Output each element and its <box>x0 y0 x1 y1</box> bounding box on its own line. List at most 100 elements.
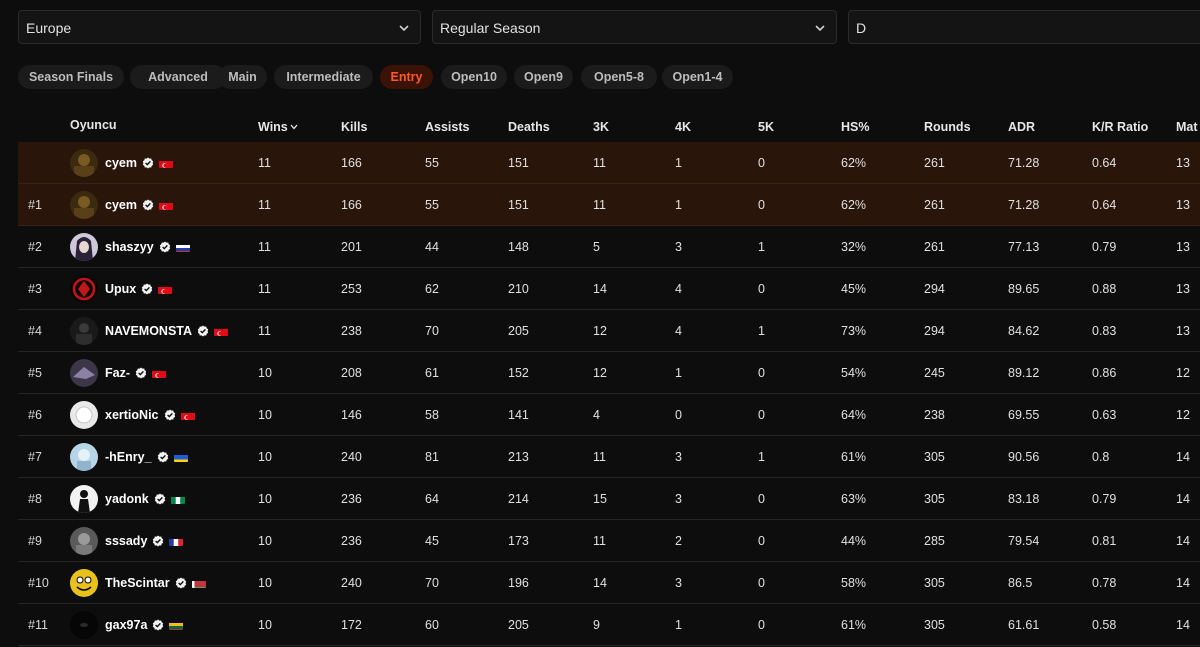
avatar[interactable] <box>70 317 98 345</box>
table-row[interactable]: #1 cyem 11 166 55 151 11 1 0 62% 261 71.28 0.64 13 <box>18 184 1200 226</box>
verified-badge-icon <box>159 241 170 253</box>
table-row[interactable]: #2 shaszyy 11 201 44 148 5 3 1 32% 261 77.13 0.79 13 <box>18 226 1200 268</box>
player-name-cell[interactable]: cyem <box>105 198 173 212</box>
table-row[interactable]: #4 NAVEMONSTA 11 238 70 205 12 4 1 73% 294 84.62 0.8… <box>18 310 1200 352</box>
table-row[interactable]: #5 Faz- 10 208 61 152 12 1 0 54% 245 89.12 0.86 12 <box>18 352 1200 394</box>
tab-intermediate[interactable]: Intermediate <box>274 65 373 89</box>
avatar[interactable] <box>70 233 98 261</box>
player-name-cell[interactable]: xertioNic <box>105 408 195 422</box>
player-name[interactable]: -hEnry_ <box>105 450 152 464</box>
rank-label: #3 <box>28 282 42 296</box>
tab-open1-4[interactable]: Open1-4 <box>662 65 733 89</box>
player-name[interactable]: cyem <box>105 198 137 212</box>
cell-k4: 4 <box>675 324 682 338</box>
player-name-cell[interactable]: yadonk <box>105 492 185 506</box>
player-name-cell[interactable]: sssady <box>105 534 184 548</box>
player-name[interactable]: shaszyy <box>105 240 154 254</box>
avatar[interactable] <box>70 485 98 513</box>
cell-hs: 58% <box>841 576 867 590</box>
rank-label: #2 <box>28 240 42 254</box>
player-name[interactable]: cyem <box>105 156 137 170</box>
table-row[interactable]: #9 sssady 10 236 45 173 11 2 0 44% 285 79.54 0.81 14 <box>18 520 1200 562</box>
header-player[interactable]: Oyuncu <box>70 118 117 132</box>
player-name[interactable]: Faz- <box>105 366 130 380</box>
cell-matches: 13 <box>1176 282 1190 296</box>
header-rounds[interactable]: Rounds <box>924 120 971 134</box>
table-row[interactable]: #6 xertioNic 10 146 58 141 4 0 0 64% 238 69.55 0.63 1… <box>18 394 1200 436</box>
avatar[interactable] <box>70 191 98 219</box>
cell-kr: 0.64 <box>1092 198 1117 212</box>
player-name-cell[interactable]: cyem <box>105 156 173 170</box>
division-select-value: D <box>856 20 867 36</box>
player-name[interactable]: TheScintar <box>105 576 170 590</box>
player-name-cell[interactable]: shaszyy <box>105 240 190 254</box>
cell-wins: 10 <box>258 366 272 380</box>
cell-deaths: 214 <box>508 492 529 506</box>
cell-wins: 11 <box>258 282 271 296</box>
avatar[interactable] <box>70 359 98 387</box>
header-wins[interactable]: Wins <box>258 120 298 134</box>
avatar[interactable] <box>70 569 98 597</box>
table-row[interactable]: #11 gax97a 10 172 60 205 9 1 0 61% 305 61.61 0.58 14 <box>18 604 1200 646</box>
player-name[interactable]: xertioNic <box>105 408 159 422</box>
player-name-cell[interactable]: TheScintar <box>105 576 206 590</box>
player-name[interactable]: yadonk <box>105 492 149 506</box>
cell-k4: 3 <box>675 576 682 590</box>
header-4k[interactable]: 4K <box>675 120 691 134</box>
avatar[interactable] <box>70 401 98 429</box>
header-assists[interactable]: Assists <box>425 120 469 134</box>
table-row[interactable]: cyem 11 166 55 151 11 1 0 62% 261 71.28 0.64 13 <box>18 142 1200 184</box>
player-name-cell[interactable]: -hEnry_ <box>105 450 188 464</box>
header-matches[interactable]: Mat <box>1176 120 1198 134</box>
avatar[interactable] <box>70 149 98 177</box>
table-row[interactable]: #8 yadonk 10 236 64 214 15 3 0 63% 305 83.18 0.79 14 <box>18 478 1200 520</box>
tab-open9[interactable]: Open9 <box>514 65 573 89</box>
cell-rounds: 245 <box>924 366 945 380</box>
header-kills[interactable]: Kills <box>341 120 367 134</box>
header-3k[interactable]: 3K <box>593 120 609 134</box>
cell-kills: 146 <box>341 408 362 422</box>
table-row[interactable]: #7 -hEnry_ 10 240 81 213 11 3 1 61% 305 90.56 0.8 14 <box>18 436 1200 478</box>
cell-hs: 62% <box>841 156 867 170</box>
header-deaths[interactable]: Deaths <box>508 120 550 134</box>
cell-assists: 64 <box>425 492 439 506</box>
cell-rounds: 238 <box>924 408 945 422</box>
player-name-cell[interactable]: Faz- <box>105 366 166 380</box>
tab-main[interactable]: Main <box>218 65 267 89</box>
cell-matches: 13 <box>1176 198 1190 212</box>
cell-rounds: 305 <box>924 450 945 464</box>
header-kr-ratio[interactable]: K/R Ratio <box>1092 120 1148 134</box>
header-5k[interactable]: 5K <box>758 120 774 134</box>
cell-adr: 71.28 <box>1008 198 1040 212</box>
avatar[interactable] <box>70 275 98 303</box>
header-adr[interactable]: ADR <box>1008 120 1035 134</box>
player-name[interactable]: sssady <box>105 534 147 548</box>
player-name[interactable]: Upux <box>105 282 136 296</box>
cell-rounds: 285 <box>924 534 945 548</box>
tab-open5-8[interactable]: Open5-8 <box>581 65 657 89</box>
player-name-cell[interactable]: Upux <box>105 282 173 296</box>
table-row[interactable]: #10 TheScintar 10 240 70 196 14 3 0 58% 305 86.5 0.7… <box>18 562 1200 604</box>
cell-rounds: 294 <box>924 324 945 338</box>
player-name[interactable]: gax97a <box>105 618 147 632</box>
tab-season-finals[interactable]: Season Finals <box>18 65 124 89</box>
cell-k3: 14 <box>593 576 607 590</box>
player-name[interactable]: NAVEMONSTA <box>105 324 192 338</box>
avatar[interactable] <box>70 527 98 555</box>
tab-advanced[interactable]: Advanced <box>130 65 226 89</box>
avatar[interactable] <box>70 611 98 639</box>
tab-open10[interactable]: Open10 <box>441 65 507 89</box>
avatar[interactable] <box>70 443 98 471</box>
division-select[interactable]: D <box>848 10 1200 44</box>
cell-adr: 90.56 <box>1008 450 1040 464</box>
tab-entry[interactable]: Entry <box>380 65 433 89</box>
player-name-cell[interactable]: NAVEMONSTA <box>105 324 229 338</box>
player-name-cell[interactable]: gax97a <box>105 618 184 632</box>
region-select[interactable]: Europe <box>18 10 421 44</box>
cell-hs: 64% <box>841 408 867 422</box>
season-select[interactable]: Regular Season <box>432 10 837 44</box>
cell-adr: 79.54 <box>1008 534 1040 548</box>
header-hs[interactable]: HS% <box>841 120 869 134</box>
table-row[interactable]: #3 Upux 11 253 62 210 14 4 0 45% 294 89.65 0.88 13 <box>18 268 1200 310</box>
cell-k5: 0 <box>758 156 765 170</box>
